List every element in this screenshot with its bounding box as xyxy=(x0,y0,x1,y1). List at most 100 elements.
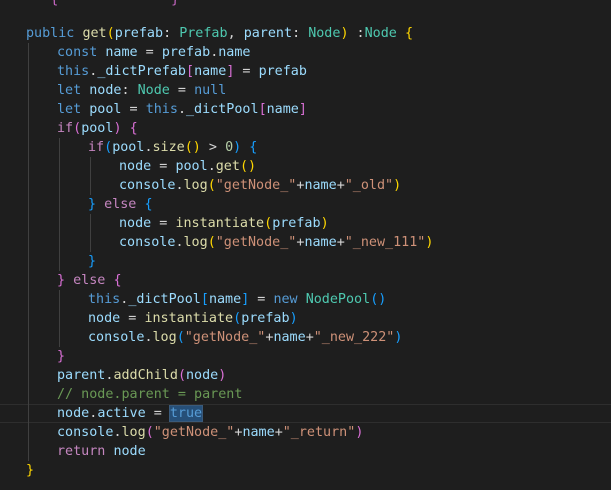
indent-guide xyxy=(28,195,29,214)
code-line[interactable]: } else { xyxy=(0,195,611,214)
code-token: size xyxy=(152,140,185,155)
code-line[interactable]: let pool = this._dictPool[name] xyxy=(0,100,611,119)
code-token: pool xyxy=(175,159,208,174)
code-token: = xyxy=(121,102,146,117)
code-line[interactable]: node = instantiate(prefab) xyxy=(0,309,611,328)
indent-guide xyxy=(90,176,91,195)
code-token: 0 xyxy=(225,140,234,155)
code-token: get xyxy=(215,159,240,174)
indent-guide xyxy=(28,385,29,404)
code-token: } xyxy=(171,0,179,7)
code-line-text: } else { xyxy=(88,195,153,214)
code-token: instantiate xyxy=(175,216,265,231)
code-token: ( xyxy=(207,178,216,193)
code-token: . xyxy=(113,425,122,440)
code-token: _dictPool xyxy=(186,102,259,117)
code-line[interactable]: node = instantiate(prefab) xyxy=(0,214,611,233)
code-line-text: node = instantiate(prefab) xyxy=(119,214,329,233)
code-token: node xyxy=(186,368,219,383)
code-token: prefab xyxy=(241,311,290,326)
code-token: . xyxy=(177,102,186,117)
code-token: : xyxy=(163,26,180,41)
code-line[interactable]: const name = prefab.name xyxy=(0,43,611,62)
indent-guide xyxy=(28,328,29,347)
code-token: log xyxy=(183,178,208,193)
code-line[interactable]: parent.addChild(node) xyxy=(0,366,611,385)
code-line[interactable]: console.log("getNode_"+name+"_new_222") xyxy=(0,328,611,347)
code-token: : xyxy=(121,83,138,98)
code-token: name xyxy=(273,330,306,345)
code-line-text: console.log("getNode_"+name+"_old") xyxy=(119,176,401,195)
code-token: node xyxy=(89,83,122,98)
code-token: let xyxy=(57,83,82,98)
code-token: ( xyxy=(207,235,216,250)
code-token: instantiate xyxy=(144,311,234,326)
indent-guide xyxy=(59,195,60,214)
code-token: pool xyxy=(89,102,122,117)
code-token: "_old" xyxy=(344,178,394,193)
current-code-line[interactable]: node.active = true xyxy=(0,404,611,423)
code-token: { xyxy=(144,197,153,212)
code-token: = xyxy=(145,406,170,421)
code-token: console xyxy=(119,235,176,250)
code-token: ( xyxy=(177,368,186,383)
code-token: addChild xyxy=(113,368,178,383)
code-line[interactable]: } else { xyxy=(0,271,611,290)
code-token: if xyxy=(88,140,105,155)
code-token: else xyxy=(104,197,137,212)
code-line[interactable]: } xyxy=(0,252,611,271)
indent-guide xyxy=(59,157,60,176)
code-line[interactable]: public get(prefab: Prefab, parent: Node)… xyxy=(0,24,611,43)
code-line-text: console.log("getNode_"+name+"_return") xyxy=(57,423,363,442)
indent-guide xyxy=(28,43,29,62)
code-token: node xyxy=(119,159,152,174)
code-token: [ xyxy=(200,292,209,307)
code-line[interactable]: if(pool) { xyxy=(0,119,611,138)
code-token: name xyxy=(266,102,299,117)
indent-guide xyxy=(28,233,29,252)
code-token: let xyxy=(57,102,82,117)
code-token: return xyxy=(57,444,106,459)
code-token: this xyxy=(57,64,90,79)
code-line[interactable]: } xyxy=(0,461,611,480)
code-line[interactable]: } xyxy=(0,347,611,366)
indent-guide xyxy=(28,214,29,233)
code-token: : xyxy=(292,26,309,41)
code-token: console xyxy=(119,178,176,193)
indent-guide xyxy=(28,423,29,442)
partial-line-text: { } xyxy=(26,0,179,9)
code-token: () xyxy=(184,140,201,155)
code-token: _dictPool xyxy=(128,292,201,307)
code-line[interactable]: console.log("getNode_"+name+"_new_111") xyxy=(0,233,611,252)
code-line[interactable]: this._dictPool[name] = new NodePool() xyxy=(0,290,611,309)
code-line[interactable]: let node: Node = null xyxy=(0,81,611,100)
code-token: } xyxy=(88,254,97,269)
code-line-text: } xyxy=(88,252,96,271)
code-editor[interactable]: { } public get(prefab: Prefab, parent: N… xyxy=(0,0,611,490)
code-token: console xyxy=(88,330,145,345)
code-line[interactable]: console.log("getNode_"+name+"_return") xyxy=(0,423,611,442)
code-token: () xyxy=(239,159,257,174)
code-token: name xyxy=(304,235,337,250)
code-line[interactable]: return node xyxy=(0,442,611,461)
code-token: node xyxy=(88,311,121,326)
code-token: > xyxy=(200,140,226,155)
indent-guide xyxy=(28,347,29,366)
code-line[interactable]: this._dictPrefab[name] = prefab xyxy=(0,62,611,81)
code-token: this xyxy=(88,292,121,307)
partial-code-line[interactable]: { } xyxy=(0,0,611,19)
code-token: ) xyxy=(320,216,329,231)
code-token: name xyxy=(242,425,275,440)
code-line[interactable]: node = pool.get() xyxy=(0,157,611,176)
code-token: } xyxy=(26,463,35,478)
code-token: if xyxy=(57,121,74,136)
code-line-text: if(pool) { xyxy=(57,119,138,138)
code-token: ( xyxy=(233,311,242,326)
code-token: node xyxy=(119,216,152,231)
code-line[interactable]: // node.parent = parent xyxy=(0,385,611,404)
code-line[interactable]: console.log("getNode_"+name+"_old") xyxy=(0,176,611,195)
code-token: Node xyxy=(308,26,341,41)
indent-guide xyxy=(28,404,29,423)
code-line[interactable]: if(pool.size() > 0) { xyxy=(0,138,611,157)
